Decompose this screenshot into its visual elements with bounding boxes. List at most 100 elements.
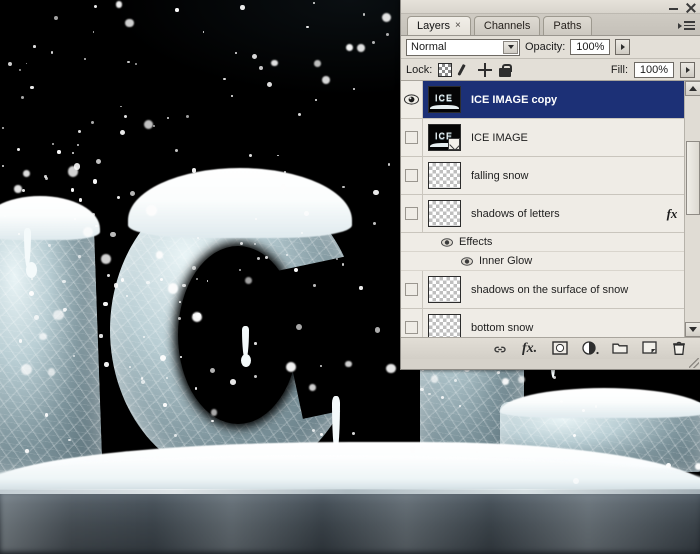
fill-value: 100% bbox=[640, 64, 668, 76]
opacity-input[interactable]: 100% bbox=[570, 39, 610, 55]
layer-name[interactable]: bottom snow bbox=[465, 322, 660, 334]
transparent-thumbnail bbox=[428, 276, 461, 303]
add-layer-mask-icon[interactable] bbox=[552, 341, 568, 357]
layer-effect-item[interactable]: Inner Glow bbox=[401, 252, 684, 271]
layers-panel-footer: fx. bbox=[401, 337, 700, 359]
scroll-up-icon[interactable] bbox=[685, 81, 700, 96]
layer-thumbnail-cell[interactable] bbox=[423, 200, 465, 227]
lock-row: Lock: Fill: 100% bbox=[401, 59, 700, 81]
layer-visibility-toggle[interactable] bbox=[401, 271, 423, 308]
layer-visibility-toggle[interactable] bbox=[401, 81, 423, 118]
layer-name[interactable]: ICE IMAGE bbox=[465, 132, 660, 144]
tab-paths-label: Paths bbox=[553, 20, 581, 32]
layer-visibility-toggle[interactable] bbox=[401, 309, 423, 337]
layer-row[interactable]: ICE ICE IMAGE bbox=[401, 119, 684, 157]
floor-reflection bbox=[0, 492, 700, 552]
tab-close-icon[interactable]: × bbox=[455, 21, 461, 31]
icicle-2 bbox=[26, 262, 37, 278]
layer-visibility-toggle[interactable] bbox=[401, 157, 423, 194]
snow-cap-letter-i bbox=[0, 196, 100, 240]
effects-group-label: Effects bbox=[453, 236, 492, 248]
lock-label: Lock: bbox=[406, 64, 432, 76]
layer-row[interactable]: falling snow bbox=[401, 157, 684, 195]
eye-icon-off[interactable] bbox=[405, 321, 418, 334]
tab-layers[interactable]: Layers × bbox=[407, 16, 471, 35]
panel-titlebar bbox=[401, 0, 700, 14]
blend-mode-value: Normal bbox=[411, 41, 446, 53]
panel-menu-icon[interactable] bbox=[678, 19, 696, 32]
ice-thumbnail: ICE bbox=[428, 124, 461, 151]
tab-layers-label: Layers bbox=[417, 20, 450, 32]
layer-style-fx-icon[interactable]: fx. bbox=[522, 341, 538, 357]
fill-input[interactable]: 100% bbox=[634, 62, 674, 78]
layer-row[interactable]: bottom snow bbox=[401, 309, 684, 337]
layer-thumbnail-cell[interactable]: ICE bbox=[423, 124, 465, 151]
opacity-value: 100% bbox=[576, 41, 604, 53]
thumbnail-letters: ICE bbox=[431, 93, 458, 103]
fill-slider-arrow-icon[interactable] bbox=[680, 62, 695, 78]
tab-channels-label: Channels bbox=[484, 20, 530, 32]
eye-icon-off[interactable] bbox=[405, 283, 418, 296]
close-icon[interactable] bbox=[685, 2, 696, 13]
lock-position-icon[interactable] bbox=[478, 63, 492, 77]
link-layers-icon[interactable] bbox=[492, 341, 508, 357]
layer-thumbnail-cell[interactable] bbox=[423, 162, 465, 189]
ice-thumbnail: ICE bbox=[428, 86, 461, 113]
layer-visibility-toggle[interactable] bbox=[401, 119, 423, 156]
layer-thumbnail-cell[interactable] bbox=[423, 276, 465, 303]
tab-paths[interactable]: Paths bbox=[543, 16, 591, 35]
layer-effects-group[interactable]: Effects bbox=[401, 233, 684, 252]
minimize-icon[interactable] bbox=[668, 2, 679, 13]
layer-name[interactable]: shadows on the surface of snow bbox=[465, 284, 660, 296]
blend-mode-select[interactable]: Normal bbox=[406, 39, 520, 56]
eye-icon[interactable] bbox=[404, 94, 419, 105]
lock-image-pixels-icon[interactable] bbox=[458, 63, 472, 77]
lock-all-icon[interactable] bbox=[498, 63, 512, 77]
scroll-down-icon[interactable] bbox=[685, 322, 700, 337]
layer-row[interactable]: shadows on the surface of snow bbox=[401, 271, 684, 309]
transparent-thumbnail bbox=[428, 162, 461, 189]
transparent-thumbnail bbox=[428, 200, 461, 227]
resize-grip-icon[interactable] bbox=[689, 358, 699, 368]
delete-layer-icon[interactable] bbox=[672, 341, 688, 357]
eye-icon-off[interactable] bbox=[405, 169, 418, 182]
layer-list-scrollbar[interactable] bbox=[684, 81, 700, 337]
snow-cap-letter-e-bottom bbox=[500, 388, 700, 418]
lock-transparent-pixels-icon[interactable] bbox=[438, 63, 452, 77]
icicle-4 bbox=[241, 354, 251, 367]
layer-thumbnail-cell[interactable]: ICE bbox=[423, 86, 465, 113]
effect-name: Inner Glow bbox=[473, 255, 532, 267]
layers-panel[interactable]: Layers × Channels Paths Normal Opacity: … bbox=[400, 0, 700, 370]
eye-icon-off[interactable] bbox=[405, 131, 418, 144]
layer-row[interactable]: ICE ICE IMAGE copy bbox=[401, 81, 684, 119]
layer-name[interactable]: falling snow bbox=[465, 170, 660, 182]
new-adjustment-layer-icon[interactable] bbox=[582, 341, 598, 357]
layer-name[interactable]: shadows of letters bbox=[465, 208, 660, 220]
layer-visibility-toggle[interactable] bbox=[401, 195, 423, 232]
transparent-thumbnail bbox=[428, 314, 461, 337]
eye-icon[interactable] bbox=[461, 257, 473, 266]
fill-label: Fill: bbox=[611, 64, 628, 76]
opacity-label: Opacity: bbox=[525, 41, 565, 53]
layer-fx-badge[interactable]: fx bbox=[660, 206, 684, 222]
panel-tabs: Layers × Channels Paths bbox=[401, 14, 700, 36]
new-layer-icon[interactable] bbox=[642, 341, 658, 357]
eye-icon-off[interactable] bbox=[405, 207, 418, 220]
letter-i bbox=[0, 208, 103, 476]
blend-mode-row: Normal Opacity: 100% bbox=[401, 36, 700, 59]
new-group-icon[interactable] bbox=[612, 341, 628, 357]
opacity-slider-arrow-icon[interactable] bbox=[615, 39, 630, 55]
layer-rows: ICE ICE IMAGE copy ICE bbox=[401, 81, 684, 337]
layer-name[interactable]: ICE IMAGE copy bbox=[465, 94, 660, 106]
scrollbar-thumb[interactable] bbox=[686, 141, 700, 215]
window-controls bbox=[668, 0, 696, 14]
smart-object-badge-icon bbox=[448, 138, 460, 150]
eye-icon[interactable] bbox=[441, 238, 453, 247]
layer-list[interactable]: ICE ICE IMAGE copy ICE bbox=[401, 81, 700, 337]
tab-channels[interactable]: Channels bbox=[474, 16, 540, 35]
layer-thumbnail-cell[interactable] bbox=[423, 314, 465, 337]
floor-horizon-shine bbox=[0, 489, 700, 494]
chevron-down-icon[interactable] bbox=[503, 41, 518, 54]
layer-row[interactable]: shadows of letters fx bbox=[401, 195, 684, 233]
screenshot-root: Layers × Channels Paths Normal Opacity: … bbox=[0, 0, 700, 554]
